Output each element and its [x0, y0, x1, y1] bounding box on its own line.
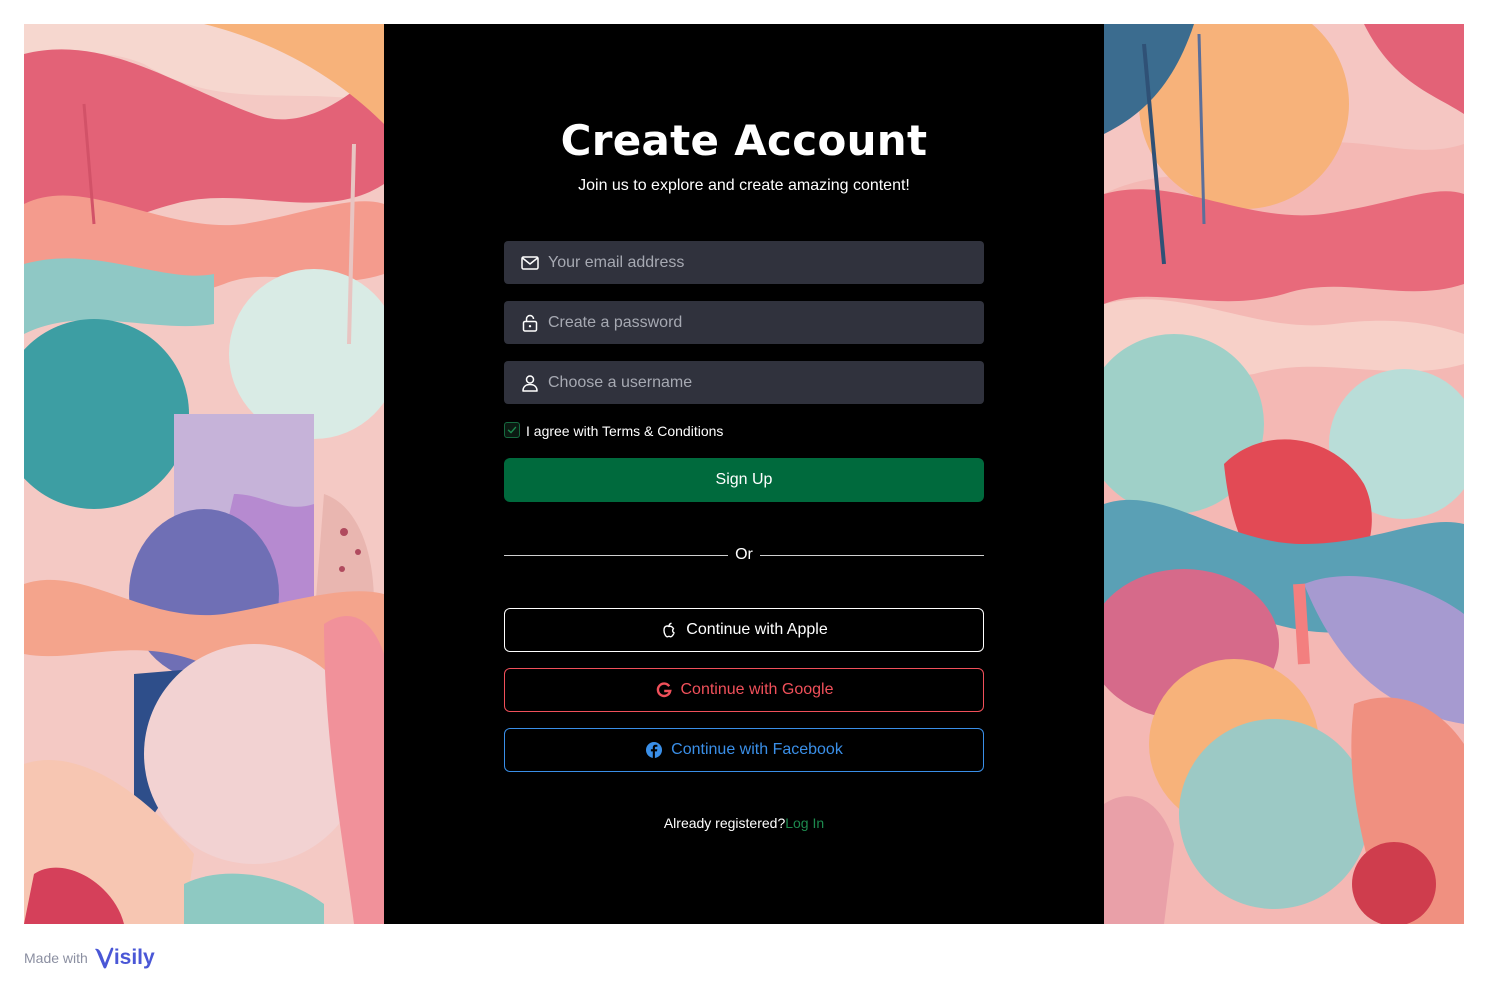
username-input[interactable] — [548, 361, 968, 404]
login-prompt: Already registered?Log In — [384, 815, 1104, 831]
facebook-icon — [645, 741, 663, 759]
signup-page: Create Account Join us to explore and cr… — [24, 24, 1464, 924]
already-registered-text: Already registered? — [663, 815, 786, 831]
username-field[interactable] — [504, 361, 984, 404]
login-link[interactable]: Log In — [785, 815, 824, 831]
page-subtitle: Join us to explore and create amazing co… — [578, 177, 910, 194]
made-with-text: Made with — [24, 950, 88, 966]
user-icon — [520, 373, 540, 393]
made-with-badge[interactable]: Made with isily — [24, 944, 155, 972]
continue-with-google-button[interactable]: Continue with Google — [504, 668, 984, 712]
visily-wordmark: isily — [113, 946, 155, 969]
decorative-art-right — [1104, 24, 1464, 924]
divider-label: Or — [728, 546, 760, 563]
continue-with-apple-button[interactable]: Continue with Apple — [504, 608, 984, 652]
password-input[interactable] — [548, 301, 968, 344]
apple-button-label: Continue with Apple — [686, 621, 828, 638]
terms-label[interactable]: I agree with Terms & Conditions — [526, 422, 723, 440]
visily-logo: isily — [94, 946, 155, 970]
facebook-button-label: Continue with Facebook — [671, 741, 843, 758]
google-icon — [655, 681, 673, 699]
visily-logo-icon — [94, 947, 114, 969]
page-title: Create Account — [560, 116, 928, 165]
password-field[interactable] — [504, 301, 984, 344]
mail-icon — [520, 253, 540, 273]
apple-icon — [660, 621, 678, 639]
terms-checkbox[interactable] — [504, 422, 520, 438]
email-field[interactable] — [504, 241, 984, 284]
google-button-label: Continue with Google — [680, 681, 834, 698]
lock-icon — [520, 313, 540, 333]
or-divider: Or — [504, 545, 984, 565]
continue-with-facebook-button[interactable]: Continue with Facebook — [504, 728, 984, 772]
email-input[interactable] — [548, 241, 968, 284]
signup-panel: Create Account Join us to explore and cr… — [384, 24, 1104, 924]
sign-up-button[interactable]: Sign Up — [504, 458, 984, 502]
decorative-art-left — [24, 24, 384, 924]
